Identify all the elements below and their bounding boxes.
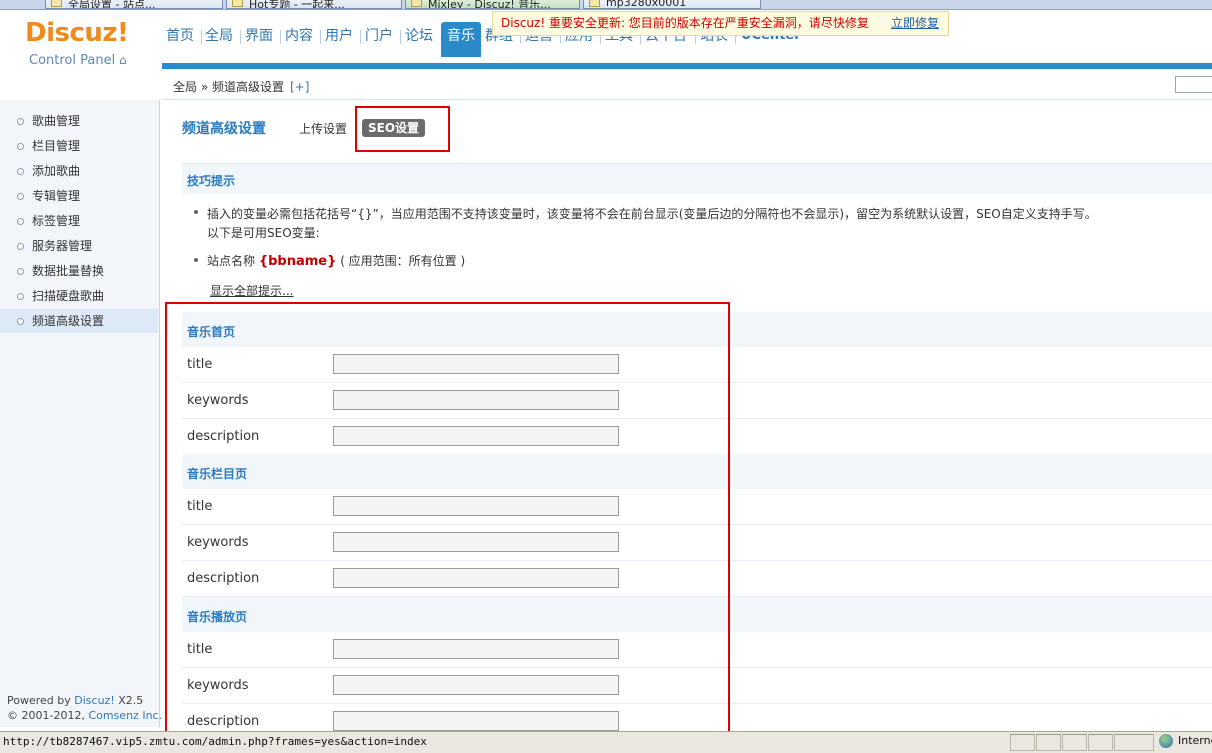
discuz-link[interactable]: Discuz! bbox=[74, 694, 114, 707]
form-row: title bbox=[182, 632, 1212, 668]
sidebar-item-scan-disk[interactable]: 扫描硬盘歌曲 bbox=[0, 284, 158, 308]
nav-item-interface[interactable]: 界面 bbox=[245, 24, 273, 58]
bullet-icon bbox=[194, 210, 198, 214]
music-column-description-input[interactable] bbox=[333, 568, 619, 588]
status-cell bbox=[1114, 734, 1154, 751]
status-url: http://tb8287467.vip5.zmtu.com/admin.php… bbox=[3, 735, 427, 748]
nav-item-content[interactable]: 内容 bbox=[285, 24, 313, 58]
form-row: keywords bbox=[182, 383, 1212, 419]
circle-bullet-icon bbox=[17, 318, 24, 325]
sidebar: 歌曲管理 栏目管理 添加歌曲 专辑管理 标签管理 服务器管理 数据批量替换 扫描… bbox=[0, 100, 160, 727]
status-cell bbox=[1036, 734, 1061, 751]
group-header: 音乐首页 bbox=[182, 312, 1212, 347]
bullet-icon bbox=[194, 258, 198, 262]
music-home-keywords-input[interactable] bbox=[333, 390, 619, 410]
tip-variable: 站点名称 {bbname} ( 应用范围：所有位置 ) bbox=[207, 254, 466, 269]
nav-item-users[interactable]: 用户 bbox=[325, 24, 353, 58]
sidebar-item-servers[interactable]: 服务器管理 bbox=[0, 234, 158, 258]
sidebar-item-add-song[interactable]: 添加歌曲 bbox=[0, 159, 158, 183]
form-row: title bbox=[182, 347, 1212, 383]
discuz-logo: Discuz! bbox=[25, 18, 129, 48]
home-icon: ⌂ bbox=[115, 53, 127, 67]
show-all-tips-link[interactable]: 显示全部提示... bbox=[210, 282, 293, 299]
tab-upload-settings[interactable]: 上传设置 bbox=[299, 120, 347, 137]
browser-tab[interactable]: Mixley - Discuz! 音乐... bbox=[405, 0, 580, 9]
tips-header: 技巧提示 bbox=[182, 163, 1212, 194]
page-icon bbox=[51, 0, 62, 7]
nav-item-portal[interactable]: 门户 bbox=[365, 24, 393, 58]
circle-bullet-icon bbox=[17, 218, 24, 225]
circle-bullet-icon bbox=[17, 293, 24, 300]
sidebar-item-tags[interactable]: 标签管理 bbox=[0, 209, 158, 233]
circle-bullet-icon bbox=[17, 268, 24, 275]
music-home-description-input[interactable] bbox=[333, 426, 619, 446]
music-column-title-input[interactable] bbox=[333, 496, 619, 516]
page-icon bbox=[411, 0, 422, 7]
status-cell bbox=[1010, 734, 1035, 751]
music-home-title-input[interactable] bbox=[333, 354, 619, 374]
browser-tab[interactable]: Hot专题 - 一起来... bbox=[226, 0, 402, 9]
circle-bullet-icon bbox=[17, 243, 24, 250]
sidebar-item-bulk-replace[interactable]: 数据批量替换 bbox=[0, 259, 158, 283]
seo-variable: {bbname} bbox=[258, 254, 337, 269]
group-header: 音乐播放页 bbox=[182, 597, 1212, 632]
form-row: keywords bbox=[182, 668, 1212, 704]
powered-by: Powered by Discuz! X2.5 © 2001-2012, Com… bbox=[7, 694, 163, 722]
sidebar-item-albums[interactable]: 专辑管理 bbox=[0, 184, 158, 208]
nav-item-home[interactable]: 首页 bbox=[166, 24, 194, 58]
circle-bullet-icon bbox=[17, 143, 24, 150]
browser-status-bar: http://tb8287467.vip5.zmtu.com/admin.php… bbox=[0, 731, 1212, 753]
music-play-title-input[interactable] bbox=[333, 639, 619, 659]
globe-icon bbox=[1159, 734, 1173, 748]
browser-tab[interactable]: mp3280x0001 bbox=[583, 0, 761, 9]
control-panel-label: Control Panel ⌂ bbox=[29, 53, 127, 68]
security-zone-label: Internet bbox=[1178, 734, 1212, 747]
status-cell bbox=[1062, 734, 1087, 751]
page-title: 频道高级设置 bbox=[182, 121, 266, 137]
highlight-box bbox=[355, 106, 450, 152]
circle-bullet-icon bbox=[17, 168, 24, 175]
browser-tab[interactable]: 全局设置 - 站点... bbox=[45, 0, 223, 9]
form-row: description bbox=[182, 419, 1212, 455]
status-cell bbox=[1088, 734, 1113, 751]
nav-item-music[interactable]: 音乐 bbox=[441, 22, 481, 57]
circle-bullet-icon bbox=[17, 118, 24, 125]
nav-item-forum[interactable]: 论坛 bbox=[405, 24, 433, 58]
sidebar-item-columns[interactable]: 栏目管理 bbox=[0, 134, 158, 158]
tip-text: 以下是可用SEO变量: bbox=[207, 226, 320, 240]
music-play-description-input[interactable] bbox=[333, 711, 619, 731]
search-input[interactable] bbox=[1175, 76, 1212, 93]
nav-item-global[interactable]: 全局 bbox=[205, 24, 233, 58]
page-icon bbox=[232, 0, 243, 7]
sidebar-item-channel-advanced[interactable]: 频道高级设置 bbox=[0, 309, 158, 333]
form-row: keywords bbox=[182, 525, 1212, 561]
form-row: description bbox=[182, 561, 1212, 597]
add-shortcut-button[interactable]: [+] bbox=[290, 80, 309, 94]
comsenz-link[interactable]: Comsenz Inc. bbox=[88, 709, 162, 722]
tip-text: 插入的变量必需包括花括号“{}”，当应用范围不支持该变量时，该变量将不会在前台显… bbox=[207, 207, 1097, 221]
form-row: title bbox=[182, 489, 1212, 525]
fix-now-link[interactable]: 立即修复 bbox=[891, 12, 939, 35]
music-column-keywords-input[interactable] bbox=[333, 532, 619, 552]
sidebar-item-songs[interactable]: 歌曲管理 bbox=[0, 109, 158, 133]
circle-bullet-icon bbox=[17, 193, 24, 200]
browser-tab-strip: 全局设置 - 站点... Hot专题 - 一起来... Mixley - Dis… bbox=[0, 0, 1212, 10]
page-icon bbox=[589, 0, 600, 7]
group-header: 音乐栏目页 bbox=[182, 454, 1212, 489]
breadcrumb: 全局 » 频道高级设置 [+] bbox=[162, 69, 1212, 100]
music-play-keywords-input[interactable] bbox=[333, 675, 619, 695]
sidebar-spacer bbox=[0, 69, 160, 100]
security-notice: Discuz! 重要安全更新: 您目前的版本存在严重安全漏洞，请尽快修复 立即修… bbox=[492, 11, 949, 36]
